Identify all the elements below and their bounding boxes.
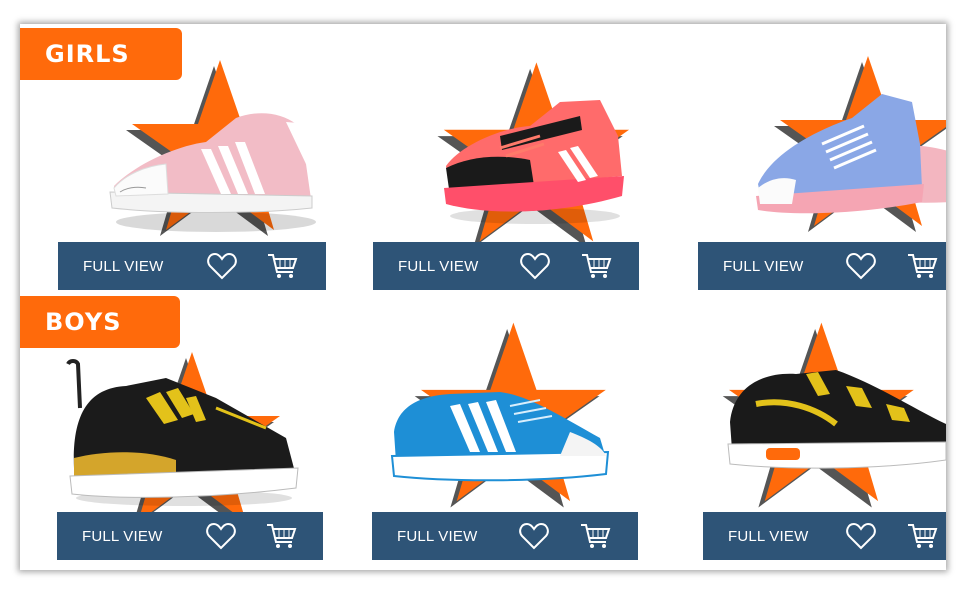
product-card[interactable]: FULL VIEW (680, 24, 946, 294)
full-view-button[interactable]: FULL VIEW (397, 528, 477, 545)
product-card[interactable]: FULL VIEW (350, 294, 650, 570)
heart-icon[interactable] (845, 520, 877, 552)
cart-icon[interactable] (579, 520, 611, 552)
product-image[interactable] (390, 386, 614, 486)
product-image[interactable] (752, 84, 946, 224)
full-view-button[interactable]: FULL VIEW (398, 258, 478, 275)
product-action-bar: FULL VIEW (57, 512, 323, 560)
cart-icon[interactable] (906, 250, 938, 282)
heart-icon[interactable] (206, 250, 238, 282)
full-view-button[interactable]: FULL VIEW (728, 528, 808, 545)
product-image[interactable] (440, 96, 630, 226)
full-view-button[interactable]: FULL VIEW (723, 258, 803, 275)
product-grid-frame: GIRLS BOYS FULL VIEW FULL VIEW FULL VIEW… (20, 24, 946, 570)
section-label-boys: BOYS (20, 296, 180, 348)
heart-icon[interactable] (518, 520, 550, 552)
product-action-bar: FULL VIEW (58, 242, 326, 290)
product-action-bar: FULL VIEW (698, 242, 946, 290)
product-action-bar: FULL VIEW (373, 242, 639, 290)
cart-icon[interactable] (265, 520, 297, 552)
heart-icon[interactable] (845, 250, 877, 282)
heart-icon[interactable] (519, 250, 551, 282)
full-view-button[interactable]: FULL VIEW (82, 528, 162, 545)
cart-icon[interactable] (266, 250, 298, 282)
full-view-button[interactable]: FULL VIEW (83, 258, 163, 275)
cart-icon[interactable] (906, 520, 938, 552)
product-action-bar: FULL VIEW (703, 512, 946, 560)
product-card[interactable]: FULL VIEW (680, 294, 946, 570)
product-image[interactable] (726, 364, 946, 474)
product-image[interactable] (66, 358, 302, 508)
heart-icon[interactable] (205, 520, 237, 552)
product-action-bar: FULL VIEW (372, 512, 638, 560)
cart-icon[interactable] (580, 250, 612, 282)
product-image[interactable] (106, 104, 326, 234)
product-card[interactable]: FULL VIEW (350, 24, 650, 294)
section-label-girls: GIRLS (20, 28, 182, 80)
